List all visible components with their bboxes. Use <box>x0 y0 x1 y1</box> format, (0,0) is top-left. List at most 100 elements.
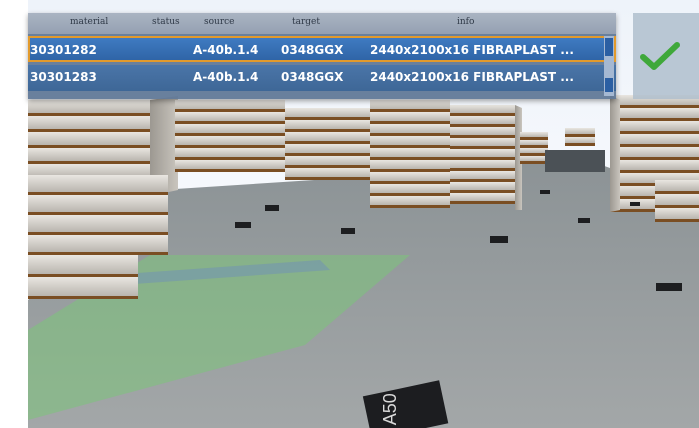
pallet-wood <box>370 193 450 196</box>
pallet-board <box>520 148 548 153</box>
column-header-status[interactable]: status <box>152 17 180 27</box>
pallet-board <box>655 194 699 205</box>
pallet-wood <box>285 165 380 168</box>
table-row[interactable]: 30301282 A-40b.1.4 0348GGX 2440x2100x16 … <box>28 36 616 62</box>
cell-material: 30301282 <box>30 43 97 57</box>
pallet-wood <box>370 157 450 160</box>
floor-mark <box>578 218 590 223</box>
pallet-board <box>370 172 450 181</box>
pallet-wood <box>450 168 515 171</box>
pallet-wood <box>450 179 515 182</box>
pallet-wood <box>520 153 548 156</box>
pallet-board <box>175 148 285 157</box>
pallet-wood <box>285 153 380 156</box>
warehouse-view: A50 material status source target info 3… <box>0 0 699 428</box>
table-header: material status source target info <box>28 13 616 34</box>
pallet-wood <box>655 205 699 208</box>
pallet-wood <box>285 129 380 132</box>
pallet-wood <box>370 205 450 208</box>
pallet-wood <box>610 144 699 147</box>
pallet-board <box>175 100 285 109</box>
task-table: material status source target info 30301… <box>28 13 616 99</box>
pallet-wood <box>175 121 285 124</box>
confirm-button[interactable] <box>633 13 699 99</box>
scrollbar-thumb[interactable] <box>605 38 613 56</box>
pallet-board <box>610 160 699 170</box>
pallet-board <box>450 171 515 179</box>
pallet-board <box>450 138 515 146</box>
column-header-source[interactable]: source <box>204 17 235 27</box>
pallet-board <box>370 100 450 109</box>
pallet-board <box>450 116 515 124</box>
column-header-material[interactable]: material <box>70 17 108 27</box>
floor-mark <box>265 205 279 211</box>
pallet-board <box>655 208 699 219</box>
pallet-board <box>370 160 450 169</box>
pallet-board <box>175 124 285 133</box>
pallet-board <box>610 134 699 144</box>
pallet-board <box>370 136 450 145</box>
pallet-board <box>28 175 168 192</box>
pallet-board <box>28 235 168 252</box>
pallet-wood <box>610 118 699 121</box>
scrollbar-arrow-down[interactable] <box>605 78 613 92</box>
pallet-wood <box>370 145 450 148</box>
pallet-wood <box>610 105 699 108</box>
pallet-board <box>450 182 515 190</box>
column-header-info[interactable]: info <box>457 17 474 27</box>
pallet-board <box>285 108 380 117</box>
check-icon <box>640 42 680 70</box>
pallet-board <box>520 156 548 161</box>
pallet-wood <box>655 191 699 194</box>
pallet-wood <box>370 109 450 112</box>
pallet-board <box>450 105 515 113</box>
pallet-wood <box>450 146 515 149</box>
table-scrollbar[interactable] <box>604 36 614 96</box>
cell-info: 2440x2100x16 FIBRAPLAST ... <box>370 43 574 57</box>
pallet-wood <box>450 113 515 116</box>
pallet-board <box>28 255 138 274</box>
pallet-board <box>370 124 450 133</box>
floor-mark <box>490 236 508 243</box>
pallet-board <box>28 215 168 232</box>
cell-source: A-40b.1.4 <box>193 43 259 57</box>
pallet-board <box>450 149 515 157</box>
pallet-board <box>610 121 699 131</box>
pallet-board <box>520 132 548 137</box>
pallet-wood <box>28 212 168 215</box>
side-strip <box>0 0 28 428</box>
pallet-wood <box>565 143 595 146</box>
pallet-wood <box>370 181 450 184</box>
cell-info: 2440x2100x16 FIBRAPLAST ... <box>370 70 574 84</box>
pallet-board <box>285 132 380 141</box>
pallet-wood <box>28 274 138 277</box>
pallet-board <box>610 147 699 157</box>
table-row[interactable]: 30301283 A-40b.1.4 0348GGX 2440x2100x16 … <box>28 65 616 91</box>
back-wall <box>545 150 605 172</box>
pallet-wood <box>610 131 699 134</box>
pallet-wood <box>655 219 699 222</box>
pallet-board <box>28 195 168 212</box>
pallet-board <box>520 140 548 145</box>
pallet-board <box>370 184 450 193</box>
pallet-board <box>175 112 285 121</box>
cell-target: 0348GGX <box>281 70 344 84</box>
column-header-target[interactable]: target <box>292 17 320 27</box>
pallet-board <box>285 144 380 153</box>
pallet-board <box>450 127 515 135</box>
pallet-wood <box>175 109 285 112</box>
pallet-wood <box>610 170 699 173</box>
pallet-board <box>285 168 380 177</box>
pallet-wood <box>450 124 515 127</box>
pallet-board <box>175 160 285 169</box>
floor-mark <box>656 283 682 291</box>
pallet-board <box>610 108 699 118</box>
pallet-board <box>370 196 450 205</box>
pallet-wood <box>28 232 168 235</box>
pallet-wood <box>28 252 168 255</box>
pallet-side <box>610 95 620 212</box>
pallet-wood <box>175 169 285 172</box>
cell-material: 30301283 <box>30 70 97 84</box>
floor-mark <box>540 190 550 194</box>
pallet-wood <box>520 145 548 148</box>
